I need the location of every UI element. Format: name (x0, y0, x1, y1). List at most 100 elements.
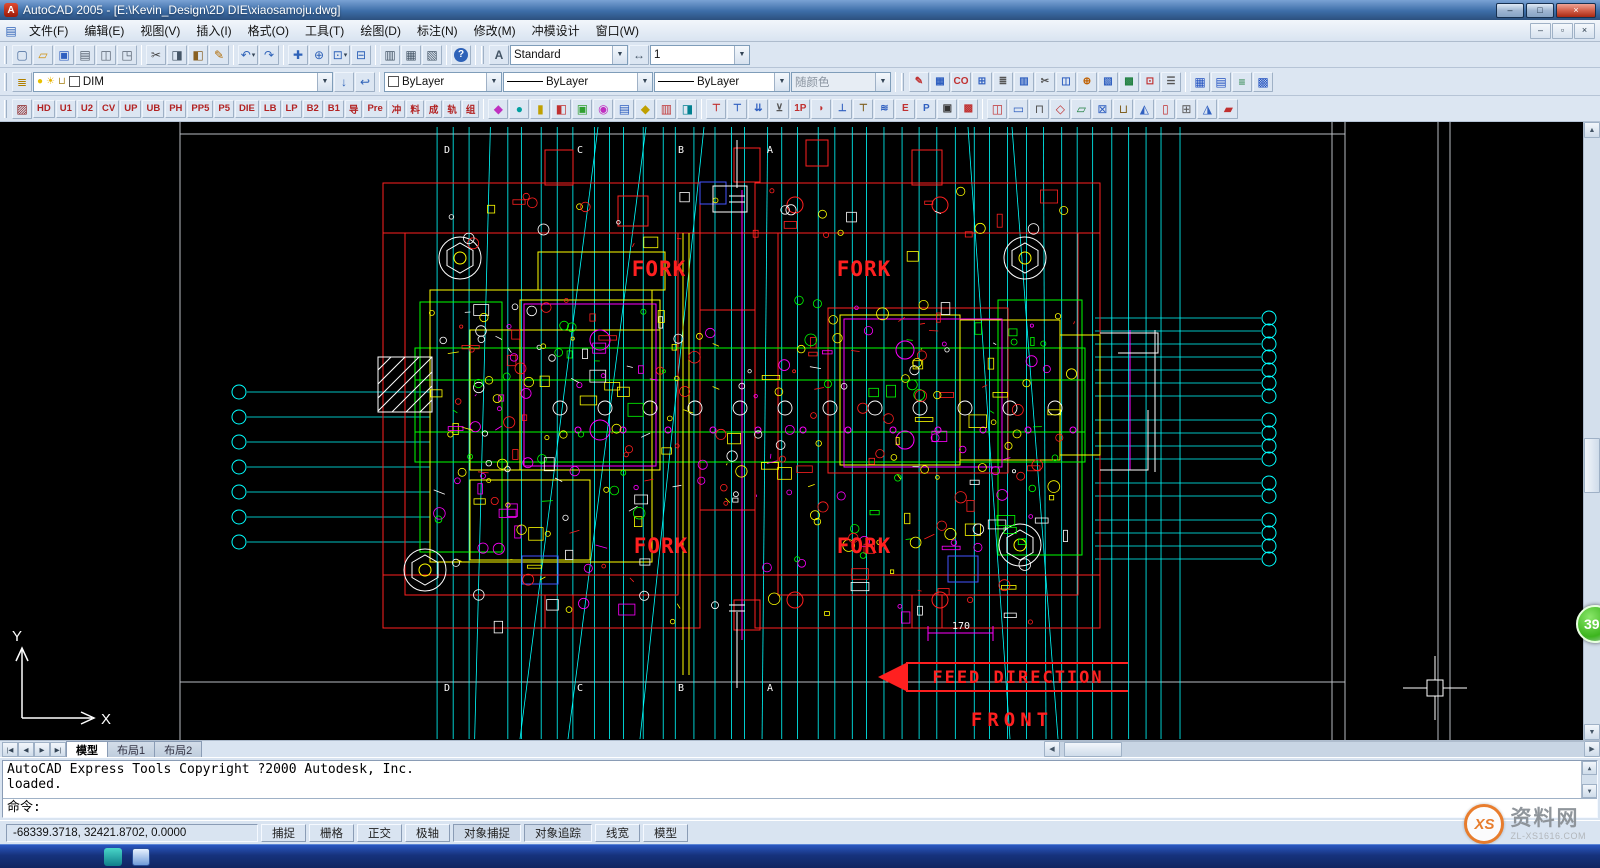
minimize-button[interactable]: – (1496, 3, 1524, 18)
die-tool-first-button[interactable]: ▨ (12, 99, 32, 119)
snap-toggle[interactable]: 捕捉 (261, 824, 306, 842)
qnew-icon[interactable]: ▢ (12, 45, 32, 65)
die-tool-icon-10[interactable]: ◨ (677, 99, 697, 119)
save-icon[interactable]: ▣ (54, 45, 74, 65)
punch-tool-icon-1[interactable]: ⊤ (706, 99, 726, 119)
mdi-minimize-button[interactable]: – (1530, 23, 1551, 39)
layer-lock-icon[interactable]: ⊔ (58, 77, 66, 87)
dropdown-arrow-icon[interactable]: ▼ (612, 46, 627, 64)
custom-tool-icon-11[interactable]: ▩ (1119, 72, 1139, 92)
open-icon[interactable]: ▱ (33, 45, 53, 65)
punch-tool-icon-13[interactable]: ▩ (958, 99, 978, 119)
die-layer-button[interactable]: 料 (406, 100, 424, 118)
die-extra-icon-6[interactable]: ⊠ (1092, 99, 1112, 119)
drawing-canvas[interactable]: DDCCBBAA FORK FORK FORK FORK 170 FEED DI… (0, 122, 1583, 740)
menu-item[interactable]: 绘图(D) (352, 20, 409, 41)
mdi-restore-button[interactable]: ▫ (1552, 23, 1573, 39)
previous-tab-button[interactable]: ◀ (18, 742, 34, 757)
punch-tool-icon-6[interactable]: ◗ (811, 99, 831, 119)
die-layer-button[interactable]: 成 (425, 100, 443, 118)
menu-item[interactable]: 标注(N) (409, 20, 466, 41)
zoom-realtime-icon[interactable]: ⊕ (309, 45, 329, 65)
punch-tool-icon-2[interactable]: ⊤ (727, 99, 747, 119)
layer-freeze-icon[interactable]: ☀ (46, 77, 55, 87)
custom-tool-icon-8[interactable]: ◫ (1056, 72, 1076, 92)
menu-item[interactable]: 视图(V) (132, 20, 188, 41)
die-layer-button[interactable]: 组 (462, 100, 480, 118)
close-button[interactable]: × (1556, 3, 1596, 18)
layer-on-icon[interactable]: ● (37, 77, 43, 87)
die-tool-icon-3[interactable]: ▮ (530, 99, 550, 119)
publish-icon[interactable]: ◳ (117, 45, 137, 65)
die-layer-button[interactable]: U2 (77, 100, 97, 118)
punch-tool-icon-10[interactable]: E (895, 99, 915, 119)
paste-icon[interactable]: ◧ (188, 45, 208, 65)
die-layer-button[interactable]: LB (260, 100, 281, 118)
custom-tool-icon-13[interactable]: ☰ (1161, 72, 1181, 92)
dropdown-caret-icon[interactable]: ▾ (252, 51, 256, 59)
die-layer-button[interactable]: DIE (235, 100, 259, 118)
dropdown-arrow-icon[interactable]: ▼ (317, 73, 332, 91)
die-layer-button[interactable]: 导 (345, 100, 363, 118)
menu-item[interactable]: 格式(O) (240, 20, 297, 41)
table-tool-icon-2[interactable]: ▤ (1211, 72, 1231, 92)
die-tool-icon-5[interactable]: ▣ (572, 99, 592, 119)
lwt-toggle[interactable]: 线宽 (595, 824, 640, 842)
die-tool-icon-6[interactable]: ◉ (593, 99, 613, 119)
match-properties-icon[interactable]: ✎ (209, 45, 229, 65)
coordinates-display[interactable]: -68339.3718, 32421.8702, 0.0000 (6, 824, 258, 842)
command-scroll-up-button[interactable]: ▲ (1582, 761, 1597, 775)
maximize-button[interactable]: □ (1526, 3, 1554, 18)
die-tool-icon-1[interactable]: ◆ (488, 99, 508, 119)
custom-tool-icon-7[interactable]: ✂ (1035, 72, 1055, 92)
plot-icon[interactable]: ▤ (75, 45, 95, 65)
die-layer-button[interactable]: HD (33, 100, 55, 118)
die-extra-icon-8[interactable]: ◭ (1134, 99, 1154, 119)
cut-icon[interactable]: ✂ (146, 45, 166, 65)
tab-model[interactable]: 模型 (66, 741, 108, 757)
scroll-right-button[interactable]: ▶ (1584, 741, 1600, 757)
document-icon[interactable]: ▤ (3, 24, 19, 38)
custom-tool-icon-3[interactable]: CO (951, 72, 971, 92)
table-tool-icon-3[interactable]: ≡ (1232, 72, 1252, 92)
dropdown-caret-icon[interactable]: ▾ (344, 51, 348, 59)
die-tool-icon-9[interactable]: ▥ (656, 99, 676, 119)
help-button[interactable]: ? (451, 45, 471, 65)
punch-tool-icon-5[interactable]: 1P (790, 99, 810, 119)
die-extra-icon-12[interactable]: ▰ (1218, 99, 1238, 119)
next-tab-button[interactable]: ▶ (34, 742, 50, 757)
command-scrollbar[interactable]: ▲ ▼ (1581, 761, 1597, 798)
custom-tool-icon-12[interactable]: ⊡ (1140, 72, 1160, 92)
punch-tool-icon-7[interactable]: ⊥ (832, 99, 852, 119)
layer-control-dropdown[interactable]: ● ☀ ⊔ DIM ▼ (33, 72, 333, 92)
die-layer-button[interactable]: PP5 (187, 100, 213, 118)
zoom-previous-icon[interactable]: ⊟ (351, 45, 371, 65)
command-history[interactable]: AutoCAD Express Tools Copyright ?2000 Au… (3, 761, 1597, 799)
die-extra-icon-1[interactable]: ◫ (987, 99, 1007, 119)
menu-item[interactable]: 插入(I) (188, 20, 239, 41)
die-tool-icon-8[interactable]: ◆ (635, 99, 655, 119)
die-extra-icon-11[interactable]: ◮ (1197, 99, 1217, 119)
tab-layout2[interactable]: 布局2 (154, 741, 202, 757)
first-tab-button[interactable]: |◀ (2, 742, 18, 757)
punch-tool-icon-12[interactable]: ▣ (937, 99, 957, 119)
menu-item[interactable]: 修改(M) (466, 20, 524, 41)
dim-style-dropdown[interactable]: 1 ▼ (650, 45, 750, 65)
toolbar-grip[interactable] (4, 73, 7, 91)
toolbar-grip[interactable] (901, 73, 904, 91)
toolbar-grip[interactable] (481, 46, 484, 64)
properties-icon[interactable]: ▥ (380, 45, 400, 65)
punch-tool-icon-4[interactable]: ⊻ (769, 99, 789, 119)
die-layer-button[interactable]: Pre (363, 100, 386, 118)
vertical-scroll-thumb[interactable] (1584, 438, 1600, 493)
designcenter-icon[interactable]: ▦ (401, 45, 421, 65)
die-extra-icon-7[interactable]: ⊔ (1113, 99, 1133, 119)
toolbar-grip[interactable] (4, 46, 7, 64)
table-tool-icon-1[interactable]: ▦ (1190, 72, 1210, 92)
die-extra-icon-2[interactable]: ▭ (1008, 99, 1028, 119)
redo-icon[interactable]: ↷ (259, 45, 279, 65)
polar-toggle[interactable]: 极轴 (405, 824, 450, 842)
table-tool-icon-4[interactable]: ▩ (1253, 72, 1273, 92)
die-layer-button[interactable]: U1 (56, 100, 76, 118)
punch-tool-icon-8[interactable]: ⊤ (853, 99, 873, 119)
